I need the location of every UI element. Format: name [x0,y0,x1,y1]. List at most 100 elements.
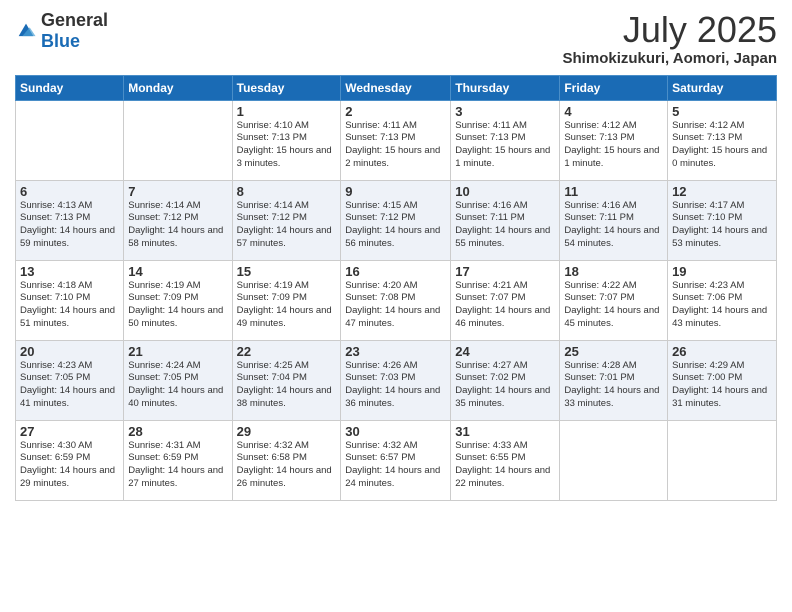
header-saturday: Saturday [668,75,777,100]
day-info: Sunrise: 4:12 AMSunset: 7:13 PMDaylight:… [564,120,659,169]
day-number: 14 [128,264,227,279]
day-info: Sunrise: 4:16 AMSunset: 7:11 PMDaylight:… [564,200,659,249]
calendar-week-row: 20 Sunrise: 4:23 AMSunset: 7:05 PMDaylig… [16,340,777,420]
day-info: Sunrise: 4:25 AMSunset: 7:04 PMDaylight:… [237,360,332,409]
table-row: 3 Sunrise: 4:11 AMSunset: 7:13 PMDayligh… [451,100,560,180]
day-number: 7 [128,184,227,199]
day-info: Sunrise: 4:10 AMSunset: 7:13 PMDaylight:… [237,120,332,169]
day-info: Sunrise: 4:13 AMSunset: 7:13 PMDaylight:… [20,200,115,249]
day-info: Sunrise: 4:17 AMSunset: 7:10 PMDaylight:… [672,200,767,249]
table-row: 19 Sunrise: 4:23 AMSunset: 7:06 PMDaylig… [668,260,777,340]
day-info: Sunrise: 4:31 AMSunset: 6:59 PMDaylight:… [128,440,223,489]
day-number: 23 [345,344,446,359]
day-info: Sunrise: 4:19 AMSunset: 7:09 PMDaylight:… [128,280,223,329]
logo: General Blue [15,10,108,52]
day-number: 2 [345,104,446,119]
table-row: 13 Sunrise: 4:18 AMSunset: 7:10 PMDaylig… [16,260,124,340]
calendar-week-row: 6 Sunrise: 4:13 AMSunset: 7:13 PMDayligh… [16,180,777,260]
logo-icon [15,20,37,42]
day-number: 6 [20,184,119,199]
day-number: 26 [672,344,772,359]
day-info: Sunrise: 4:23 AMSunset: 7:06 PMDaylight:… [672,280,767,329]
logo-text: General Blue [41,10,108,52]
day-info: Sunrise: 4:32 AMSunset: 6:57 PMDaylight:… [345,440,440,489]
table-row: 25 Sunrise: 4:28 AMSunset: 7:01 PMDaylig… [560,340,668,420]
day-info: Sunrise: 4:14 AMSunset: 7:12 PMDaylight:… [128,200,223,249]
header: General Blue July 2025 Shimokizukuri, Ao… [15,10,777,67]
day-info: Sunrise: 4:16 AMSunset: 7:11 PMDaylight:… [455,200,550,249]
day-info: Sunrise: 4:12 AMSunset: 7:13 PMDaylight:… [672,120,767,169]
table-row: 15 Sunrise: 4:19 AMSunset: 7:09 PMDaylig… [232,260,341,340]
header-tuesday: Tuesday [232,75,341,100]
day-number: 20 [20,344,119,359]
table-row: 21 Sunrise: 4:24 AMSunset: 7:05 PMDaylig… [124,340,232,420]
table-row: 7 Sunrise: 4:14 AMSunset: 7:12 PMDayligh… [124,180,232,260]
day-number: 17 [455,264,555,279]
table-row: 20 Sunrise: 4:23 AMSunset: 7:05 PMDaylig… [16,340,124,420]
main-title: July 2025 [563,10,777,50]
table-row: 28 Sunrise: 4:31 AMSunset: 6:59 PMDaylig… [124,420,232,500]
day-number: 15 [237,264,337,279]
day-info: Sunrise: 4:28 AMSunset: 7:01 PMDaylight:… [564,360,659,409]
day-number: 22 [237,344,337,359]
table-row: 27 Sunrise: 4:30 AMSunset: 6:59 PMDaylig… [16,420,124,500]
calendar-week-row: 1 Sunrise: 4:10 AMSunset: 7:13 PMDayligh… [16,100,777,180]
day-number: 16 [345,264,446,279]
header-monday: Monday [124,75,232,100]
table-row: 24 Sunrise: 4:27 AMSunset: 7:02 PMDaylig… [451,340,560,420]
day-info: Sunrise: 4:27 AMSunset: 7:02 PMDaylight:… [455,360,550,409]
day-number: 10 [455,184,555,199]
day-info: Sunrise: 4:14 AMSunset: 7:12 PMDaylight:… [237,200,332,249]
day-number: 8 [237,184,337,199]
table-row: 1 Sunrise: 4:10 AMSunset: 7:13 PMDayligh… [232,100,341,180]
calendar-week-row: 13 Sunrise: 4:18 AMSunset: 7:10 PMDaylig… [16,260,777,340]
day-number: 3 [455,104,555,119]
day-number: 5 [672,104,772,119]
day-number: 1 [237,104,337,119]
table-row: 11 Sunrise: 4:16 AMSunset: 7:11 PMDaylig… [560,180,668,260]
day-number: 18 [564,264,663,279]
day-number: 29 [237,424,337,439]
day-info: Sunrise: 4:24 AMSunset: 7:05 PMDaylight:… [128,360,223,409]
day-info: Sunrise: 4:19 AMSunset: 7:09 PMDaylight:… [237,280,332,329]
table-row [124,100,232,180]
table-row: 22 Sunrise: 4:25 AMSunset: 7:04 PMDaylig… [232,340,341,420]
table-row: 26 Sunrise: 4:29 AMSunset: 7:00 PMDaylig… [668,340,777,420]
day-number: 13 [20,264,119,279]
table-row: 18 Sunrise: 4:22 AMSunset: 7:07 PMDaylig… [560,260,668,340]
day-info: Sunrise: 4:33 AMSunset: 6:55 PMDaylight:… [455,440,550,489]
table-row: 6 Sunrise: 4:13 AMSunset: 7:13 PMDayligh… [16,180,124,260]
table-row: 10 Sunrise: 4:16 AMSunset: 7:11 PMDaylig… [451,180,560,260]
table-row: 14 Sunrise: 4:19 AMSunset: 7:09 PMDaylig… [124,260,232,340]
day-info: Sunrise: 4:22 AMSunset: 7:07 PMDaylight:… [564,280,659,329]
day-info: Sunrise: 4:32 AMSunset: 6:58 PMDaylight:… [237,440,332,489]
day-number: 4 [564,104,663,119]
header-thursday: Thursday [451,75,560,100]
day-number: 12 [672,184,772,199]
day-number: 24 [455,344,555,359]
day-number: 9 [345,184,446,199]
day-number: 21 [128,344,227,359]
table-row [668,420,777,500]
calendar-table: Sunday Monday Tuesday Wednesday Thursday… [15,75,777,501]
day-number: 31 [455,424,555,439]
table-row [560,420,668,500]
day-number: 19 [672,264,772,279]
calendar-week-row: 27 Sunrise: 4:30 AMSunset: 6:59 PMDaylig… [16,420,777,500]
day-info: Sunrise: 4:15 AMSunset: 7:12 PMDaylight:… [345,200,440,249]
table-row: 31 Sunrise: 4:33 AMSunset: 6:55 PMDaylig… [451,420,560,500]
day-info: Sunrise: 4:30 AMSunset: 6:59 PMDaylight:… [20,440,115,489]
table-row: 5 Sunrise: 4:12 AMSunset: 7:13 PMDayligh… [668,100,777,180]
table-row: 29 Sunrise: 4:32 AMSunset: 6:58 PMDaylig… [232,420,341,500]
table-row [16,100,124,180]
day-info: Sunrise: 4:18 AMSunset: 7:10 PMDaylight:… [20,280,115,329]
table-row: 23 Sunrise: 4:26 AMSunset: 7:03 PMDaylig… [341,340,451,420]
day-number: 27 [20,424,119,439]
header-friday: Friday [560,75,668,100]
table-row: 12 Sunrise: 4:17 AMSunset: 7:10 PMDaylig… [668,180,777,260]
table-row: 4 Sunrise: 4:12 AMSunset: 7:13 PMDayligh… [560,100,668,180]
table-row: 8 Sunrise: 4:14 AMSunset: 7:12 PMDayligh… [232,180,341,260]
table-row: 2 Sunrise: 4:11 AMSunset: 7:13 PMDayligh… [341,100,451,180]
title-block: July 2025 Shimokizukuri, Aomori, Japan [563,10,777,67]
day-info: Sunrise: 4:26 AMSunset: 7:03 PMDaylight:… [345,360,440,409]
